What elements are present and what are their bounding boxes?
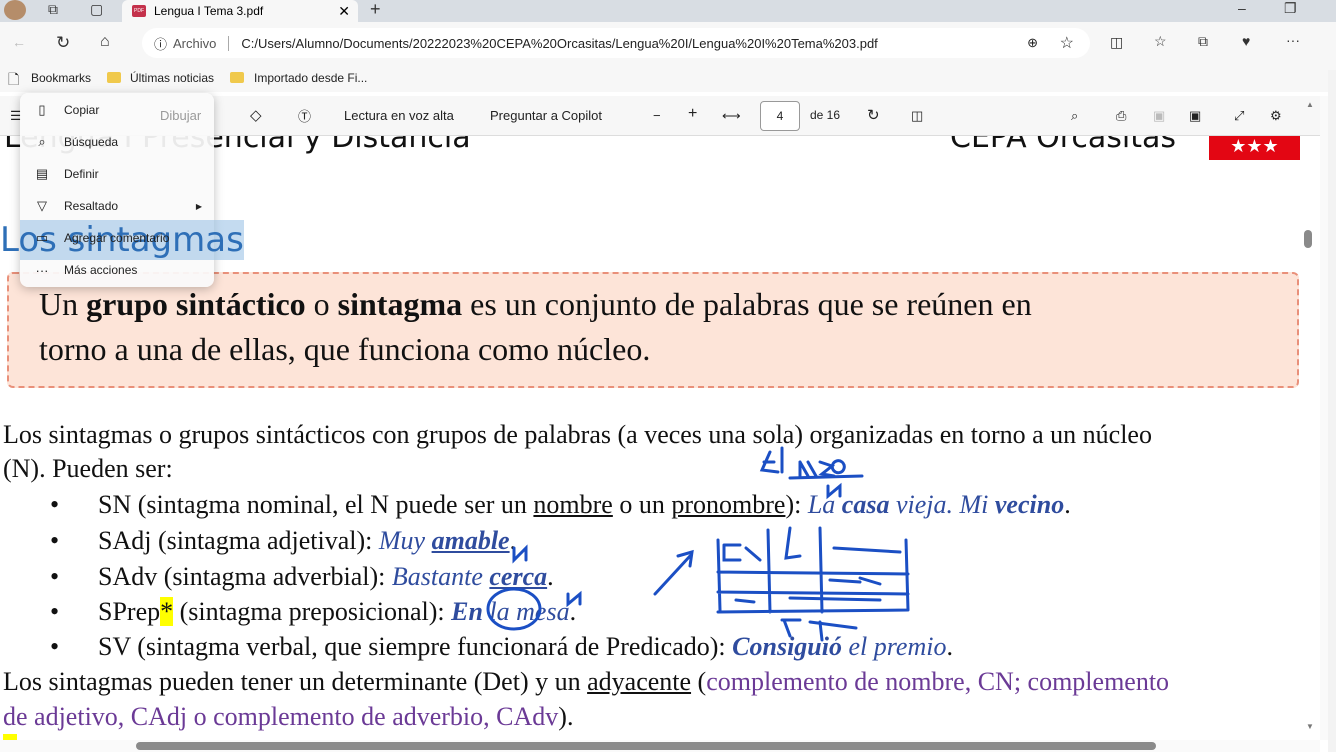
paragraph: de adjetivo, CAdj o complemento de adver… (3, 702, 574, 731)
list-item-sadj: • SAdj (sintagma adjetival): Muy amable. (50, 526, 517, 555)
fullscreen-icon[interactable]: ⤢ (1234, 108, 1244, 124)
page-count: de 16 (810, 108, 841, 122)
text-icon[interactable]: Ⓣ (298, 106, 311, 125)
new-tab-icon[interactable]: + (370, 0, 381, 20)
paragraph: Los sintagmas o grupos sintácticos con g… (3, 420, 1152, 449)
submenu-arrow-icon: ▶ (195, 201, 202, 211)
read-aloud-button[interactable]: Lectura en voz alta (344, 108, 454, 123)
bookmarks-bar: 🗋 Bookmarks Últimas noticias Importado d… (0, 64, 1336, 92)
address-label: Archivo (173, 35, 230, 51)
page-number-input[interactable]: 4 (760, 101, 800, 131)
profile-avatar[interactable] (4, 0, 26, 20)
zoom-out-icon[interactable]: − (653, 108, 661, 123)
maximize-icon[interactable]: ❐ (1284, 0, 1297, 17)
menu-item-busqueda[interactable]: ⌕ Búsqueda (20, 127, 214, 157)
header-right: CEPA Orcasitas (950, 136, 1177, 155)
copy-icon: ▯ (38, 102, 46, 117)
split-screen-icon[interactable]: ◫ (1110, 34, 1123, 51)
ask-copilot-button[interactable]: Preguntar a Copilot (490, 108, 602, 123)
vertical-scroll-thumb[interactable] (1304, 230, 1312, 248)
pdf-icon: PDF (132, 5, 146, 17)
print-icon[interactable]: ⎙ (1116, 108, 1126, 124)
folder-icon (230, 72, 244, 83)
favorite-star-icon[interactable]: ☆ (1060, 33, 1074, 53)
bookmark-item[interactable]: Importado desde Fi... (254, 71, 367, 85)
save-icon[interactable]: ▣ (1153, 108, 1165, 124)
tab-bar: ⧉ ▢ PDF Lengua I Tema 3.pdf ✕ + – ❐ (0, 0, 1336, 22)
search-icon: ⌕ (38, 134, 46, 149)
url-bar[interactable]: ⓘ Archivo C:/Users/Alumno/Documents/2022… (142, 28, 1090, 58)
draw-button[interactable]: Dibujar (160, 108, 201, 123)
scroll-up-icon[interactable]: ▲ (1306, 100, 1314, 109)
url-text[interactable]: C:/Users/Alumno/Documents/20222023%20CEP… (241, 36, 877, 51)
page-icon: 🗋 (8, 71, 20, 87)
list-item-sn: • SN (sintagma nominal, el N puede ser un… (50, 490, 1071, 519)
bookmark-item[interactable]: Últimas noticias (130, 71, 214, 85)
more-icon: ··· (35, 262, 49, 278)
favorites-icon[interactable]: ☆ (1154, 33, 1167, 50)
list-item-sprep: • SPrep* (sintagma preposicional): En la … (50, 597, 577, 626)
scroll-down-icon[interactable]: ▼ (1306, 722, 1314, 731)
eraser-icon[interactable]: ◇ (250, 106, 262, 124)
tab-title: Lengua I Tema 3.pdf (154, 4, 264, 18)
zoom-in-icon[interactable]: + (688, 105, 697, 123)
workspaces-icon[interactable]: ⧉ (48, 1, 58, 18)
close-tab-icon[interactable]: ✕ (338, 3, 350, 20)
horizontal-scroll-thumb[interactable] (136, 742, 1156, 750)
info-icon[interactable]: ⓘ (154, 34, 167, 53)
comment-icon: ▭ (35, 230, 49, 245)
book-icon: ▤ (35, 166, 49, 181)
more-menu-icon[interactable]: ··· (1286, 32, 1300, 48)
settings-icon[interactable]: ⚙ (1270, 108, 1282, 124)
paragraph: Los sintagmas pueden tener un determinan… (3, 667, 1170, 696)
tab-pdf[interactable]: PDF Lengua I Tema 3.pdf ✕ (122, 0, 358, 22)
fit-width-icon[interactable]: ⟷ (722, 108, 741, 124)
address-bar-row: ← ↻ ⌂ ⓘ Archivo C:/Users/Alumno/Document… (0, 22, 1336, 64)
list-item-sv: • SV (sintagma verbal, que siempre funcio… (50, 632, 953, 661)
minimize-icon[interactable]: – (1238, 0, 1246, 16)
refresh-icon[interactable]: ↻ (56, 33, 70, 53)
tab-actions-icon[interactable]: ▢ (90, 1, 103, 18)
logo-stars: ★★★ (1209, 136, 1300, 160)
search-icon[interactable]: ⌕ (1071, 108, 1078, 124)
extensions-icon[interactable]: ♥ (1242, 33, 1250, 49)
list-item-sadv: • SAdv (sintagma adverbial): Bastante cer… (50, 562, 554, 591)
save-as-icon[interactable]: ▣ (1189, 108, 1201, 124)
menu-item-definir[interactable]: ▤ Definir (20, 159, 214, 189)
zoom-icon[interactable]: ⊕ (1027, 35, 1038, 51)
edge-sidebar (1328, 70, 1336, 752)
paragraph: (N). Pueden ser: (3, 454, 173, 483)
definition-box: Un grupo sintáctico o sintagma es un con… (7, 272, 1299, 388)
collections-icon[interactable]: ⧉ (1198, 33, 1208, 50)
home-icon[interactable]: ⌂ (100, 33, 110, 51)
rotate-icon[interactable]: ↻ (867, 106, 880, 124)
bookmark-item[interactable]: Bookmarks (31, 71, 91, 85)
page-view-icon[interactable]: ◫ (911, 108, 923, 124)
folder-icon (107, 72, 121, 83)
back-icon[interactable]: ← (12, 34, 26, 50)
highlighter-icon: ▽ (37, 198, 47, 213)
menu-item-resaltado[interactable]: ▽ Resaltado ▶ (20, 191, 214, 221)
